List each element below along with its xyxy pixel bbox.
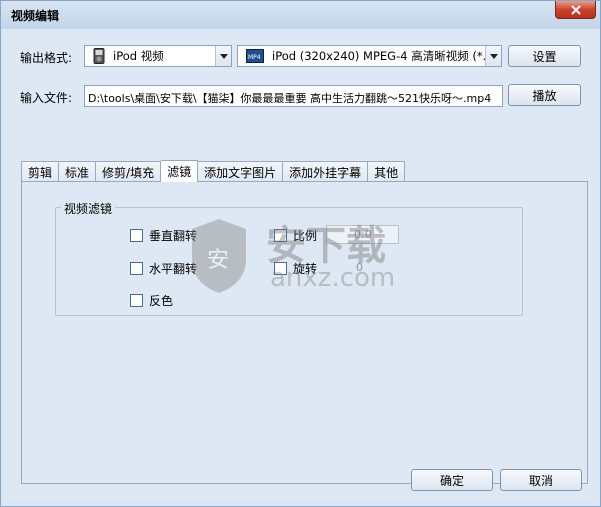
tab-other[interactable]: 其他	[368, 161, 406, 182]
invert-option[interactable]: 反色	[130, 292, 173, 309]
tab-add-text-image[interactable]: 添加文字图片	[198, 161, 284, 182]
svg-text:MP4: MP4	[248, 54, 261, 61]
window-title: 视频编辑	[11, 9, 60, 23]
settings-button[interactable]: 设置	[508, 45, 581, 67]
svg-text:安: 安	[207, 248, 229, 273]
invert-checkbox[interactable]	[130, 294, 143, 307]
tab-trim-fill[interactable]: 修剪/填充	[96, 161, 162, 182]
play-button[interactable]: 播放	[508, 84, 581, 106]
watermark-domain: anxz.com	[270, 263, 396, 293]
hflip-checkbox[interactable]	[130, 262, 143, 275]
format-dropdown-button[interactable]	[485, 46, 501, 66]
video-edit-window: 视频编辑 输出格式: iPod 视频 MP4 iPod (320x240) MP…	[0, 0, 601, 507]
chevron-down-icon	[489, 53, 498, 59]
chevron-down-icon	[219, 53, 228, 59]
title-bar[interactable]: 视频编辑	[1, 1, 600, 29]
close-button[interactable]	[555, 1, 596, 19]
tab-clip[interactable]: 剪辑	[21, 161, 60, 182]
cancel-button[interactable]: 取消	[500, 469, 582, 491]
tab-filter[interactable]: 滤镜	[161, 160, 199, 182]
input-file-path[interactable]: D:\tools\桌面\安下载\【猫柒】你最最最重要 高中生活力翻跳～521快乐…	[84, 85, 503, 107]
tab-add-subtitles[interactable]: 添加外挂字幕	[283, 161, 369, 182]
video-filter-legend: 视频滤镜	[61, 200, 116, 217]
format-select-value: iPod (320x240) MPEG-4 高清晰视频 (*.mp4)	[272, 49, 485, 63]
output-format-label: 输出格式:	[20, 51, 73, 65]
input-file-label: 输入文件:	[20, 91, 73, 105]
close-icon	[570, 4, 581, 15]
mp4-icon: MP4	[246, 49, 264, 63]
format-select[interactable]: MP4 iPod (320x240) MPEG-4 高清晰视频 (*.mp4)	[237, 45, 502, 67]
vflip-checkbox[interactable]	[130, 229, 143, 242]
invert-label: 反色	[149, 294, 174, 308]
device-select[interactable]: iPod 视频	[84, 45, 232, 67]
device-dropdown-button[interactable]	[215, 46, 231, 66]
tab-standard[interactable]: 标准	[59, 161, 97, 182]
ok-button[interactable]: 确定	[411, 469, 493, 491]
watermark: 安 安下载 anxz.com	[184, 211, 414, 304]
device-select-value: iPod 视频	[113, 49, 164, 63]
tab-bar: 剪辑 标准 修剪/填充 滤镜 添加文字图片 添加外挂字幕 其他	[21, 160, 406, 182]
ipod-icon	[93, 48, 105, 64]
